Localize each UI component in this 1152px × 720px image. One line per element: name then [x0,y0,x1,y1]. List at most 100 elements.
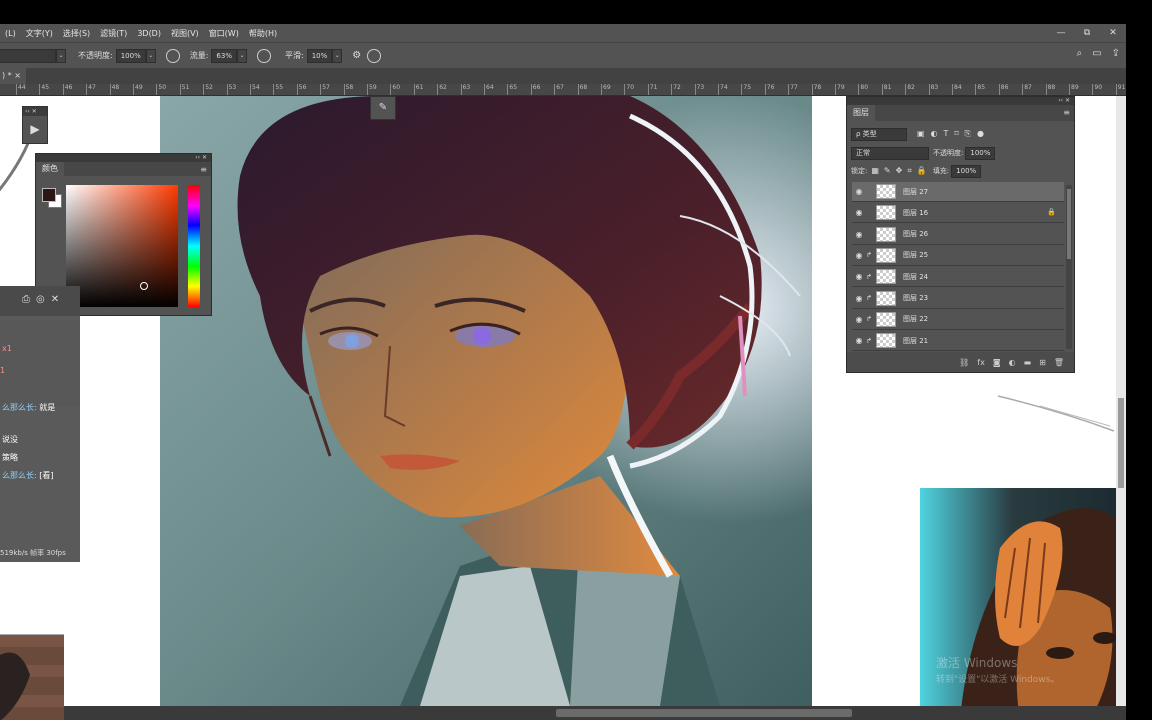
workspace-icon[interactable]: ▭ [1092,48,1101,59]
gear-icon[interactable]: ⚙ [352,50,361,61]
smoothing-field[interactable]: 10% [306,48,333,63]
flow-field[interactable]: 63% [211,48,237,63]
play-icon[interactable]: ▶ [23,116,47,142]
layer-thumbnail[interactable] [876,333,896,349]
reference-photo[interactable] [920,488,1126,720]
menu-item-3d[interactable]: 3D(D) [132,29,166,38]
lock-all-icon[interactable]: 🔒 [917,166,927,176]
share-icon[interactable]: ⇪ [1112,48,1120,59]
lock-move-icon[interactable]: ✥ [896,166,903,176]
eye-icon[interactable]: ◉ [853,336,865,345]
reference-photo-small[interactable] [0,634,64,720]
horizontal-scrollbar[interactable] [64,706,1126,720]
panel-menu-icon[interactable]: ≡ [200,165,207,174]
layer-filter-select[interactable]: ρ 类型 [851,127,907,141]
painting-canvas[interactable] [160,96,812,706]
layer-thumbnail[interactable] [876,205,896,221]
menu-item-type[interactable]: 文字(Y) [21,28,58,39]
lock-paint-icon[interactable]: ✎ [884,166,891,176]
layer-thumbnail[interactable] [876,311,896,327]
airbrush-icon[interactable] [256,48,271,63]
fx-icon[interactable]: fx [977,358,985,367]
layer-thumbnail[interactable] [876,226,896,242]
menu-item-partial[interactable]: (L) [0,29,21,38]
color-picker-cursor[interactable] [140,282,148,290]
eye-icon[interactable]: ◉ [853,251,865,260]
foreground-color-swatch[interactable] [42,188,56,202]
hue-slider[interactable] [188,185,200,307]
eye-icon[interactable]: ◉ [853,315,865,324]
pixel-filter-icon[interactable]: ▣ [917,129,925,139]
opacity-field[interactable]: 100% [115,48,146,63]
close-button[interactable]: ✕ [1100,24,1126,42]
layer-name[interactable]: 图层 24 [903,272,928,282]
search-icon[interactable]: ⌕ [1077,48,1083,59]
layer-opacity-field[interactable]: 100% [965,146,996,160]
layer-row[interactable]: ◉ 图层 16 🔒 [852,203,1064,224]
layer-name[interactable]: 图层 26 [903,229,928,239]
layer-row[interactable]: ◉ ↱ 图层 21 [852,331,1064,352]
trash-icon[interactable]: 🗑 [1054,358,1064,367]
target-icon[interactable]: ◎ [36,294,45,305]
document-tab[interactable]: ) * × [0,68,26,84]
eye-icon[interactable]: ◉ [853,187,865,196]
adjustment-icon[interactable]: ◐ [1009,358,1016,367]
layers-scrollbar[interactable] [1066,185,1072,349]
eye-icon[interactable]: ◉ [853,208,865,217]
menu-item-view[interactable]: 视图(V) [166,28,204,39]
chevron-down-icon[interactable]: ⌄ [56,48,66,63]
fill-field[interactable]: 100% [951,164,982,178]
tab-color[interactable]: 颜色 [36,162,64,176]
layer-name[interactable]: 图层 22 [903,314,928,324]
layer-row[interactable]: ◉ 图层 27 [852,182,1064,202]
layer-thumbnail[interactable] [876,269,896,285]
eye-icon[interactable]: ◉ [853,294,865,303]
layer-name[interactable]: 图层 25 [903,250,928,260]
saturation-brightness-field[interactable] [66,185,178,307]
layer-row[interactable]: ◉ ↱ 图层 24 [852,267,1064,288]
vertical-scroll-thumb[interactable] [1118,398,1124,488]
layer-thumbnail[interactable] [876,184,896,199]
smart-object-filter-icon[interactable]: ⎘ [965,129,971,139]
link-icon[interactable]: ⛓ [959,358,969,367]
type-filter-icon[interactable]: T [944,129,949,139]
menu-item-select[interactable]: 选择(S) [58,28,95,39]
print-icon[interactable]: ⎙ [22,294,30,305]
chevron-down-icon[interactable]: ⌄ [236,48,247,63]
mask-icon[interactable]: ◙ [993,358,1001,367]
menu-item-filter[interactable]: 滤镜(T) [95,28,132,39]
new-layer-icon[interactable]: ⊞ [1039,358,1046,367]
menu-item-window[interactable]: 窗口(W) [204,28,244,39]
panel-collapse-bar[interactable]: ‹‹ ✕ [36,154,211,162]
layer-row[interactable]: ◉ 图层 26 [852,225,1064,245]
pressure-opacity-icon[interactable] [165,48,180,63]
lock-transparent-icon[interactable]: ▦ [871,166,879,176]
layer-name[interactable]: 图层 27 [903,187,928,197]
panel-menu-icon[interactable]: ≡ [1063,108,1070,117]
minimize-button[interactable]: — [1048,24,1074,42]
lock-artboard-icon[interactable]: ⌗ [907,166,912,176]
eye-icon[interactable]: ◉ [853,272,865,281]
panel-collapse-bar[interactable]: ‹‹ ✕ [847,97,1074,105]
folder-icon[interactable]: ▬ [1024,358,1032,367]
eye-icon[interactable]: ◉ [853,230,865,239]
restore-button[interactable]: ⧉ [1074,24,1100,42]
chevron-down-icon[interactable]: ⌄ [145,48,156,63]
tab-layers[interactable]: 图层 [847,105,875,121]
brush-mode-field[interactable] [0,48,56,63]
layer-name[interactable]: 图层 23 [903,293,928,303]
horizontal-scroll-thumb[interactable] [556,709,852,717]
layer-row[interactable]: ◉ ↱ 图层 25 [852,246,1064,266]
adjustment-filter-icon[interactable]: ◐ [931,129,938,139]
brush-panel-toggle[interactable]: ✎ [370,96,396,120]
close-icon[interactable]: ✕ [51,294,59,305]
layer-row[interactable]: ◉ ↱ 图层 23 [852,289,1064,309]
layer-name[interactable]: 图层 16 [903,208,928,218]
layer-thumbnail[interactable] [876,247,896,263]
filter-toggle-icon[interactable]: ● [977,129,984,139]
blend-mode-select[interactable]: 正常 [851,146,929,160]
shape-filter-icon[interactable]: ⌑ [954,129,958,139]
vertical-scrollbar[interactable] [1116,96,1126,706]
pressure-size-icon[interactable] [367,48,382,63]
layer-name[interactable]: 图层 21 [903,336,928,346]
